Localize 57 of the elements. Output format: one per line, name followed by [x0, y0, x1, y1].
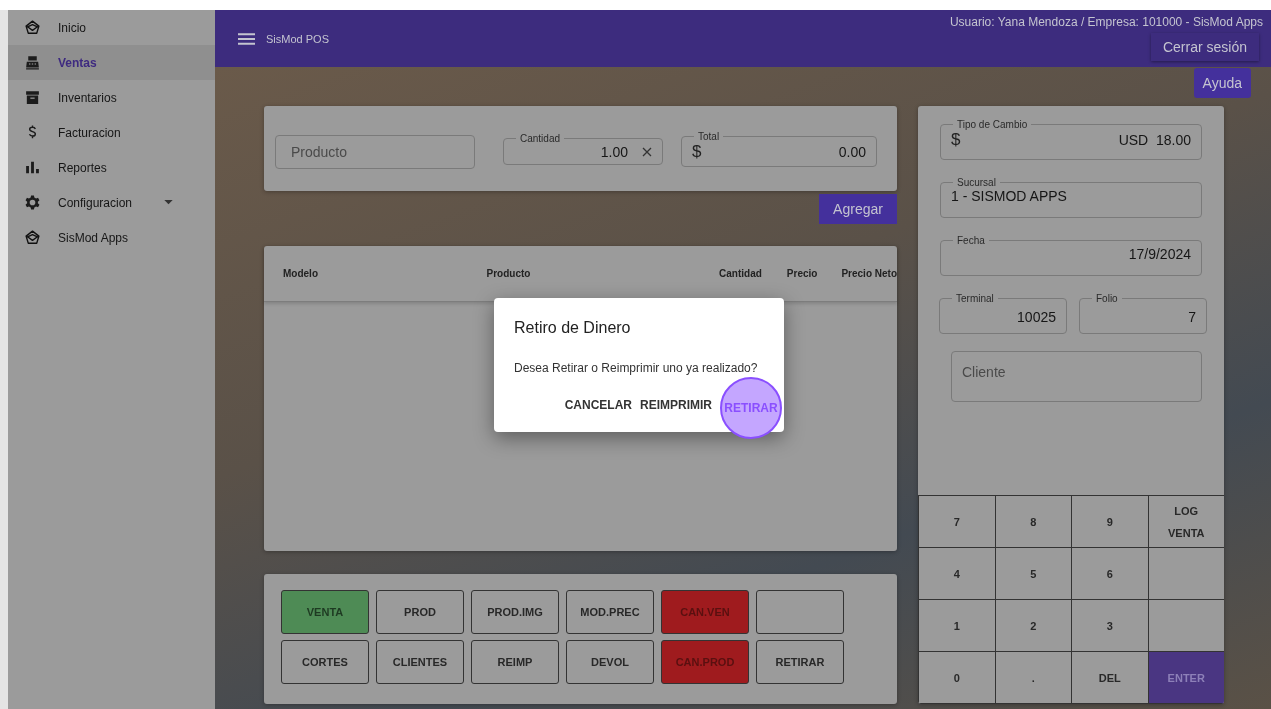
branch-field[interactable]: Sucursal 1 - SISMOD APPS — [940, 177, 1202, 218]
sidebar-item[interactable]: Inventarios — [8, 80, 215, 115]
dialog-button[interactable]: REIMPRIMIR — [640, 391, 712, 419]
column-header: Precio Neto — [841, 268, 897, 279]
column-header: Precio — [786, 268, 818, 279]
action-button[interactable]: CORTES — [281, 640, 369, 684]
settings-icon — [24, 194, 41, 211]
user-info: Usuario: Yana Mendoza / Empresa: 101000 - SisMod Apps — [949, 15, 1263, 29]
blank-button[interactable] — [756, 590, 844, 634]
exchange-rate-field[interactable]: Tipo de Cambio $ USD 18.00 — [940, 119, 1202, 160]
client-field[interactable]: Cliente — [951, 351, 1202, 402]
action-button[interactable]: PROD.IMG — [471, 590, 559, 634]
logo-icon — [24, 19, 41, 36]
help-button[interactable]: Ayuda — [1193, 68, 1251, 98]
column-header: Modelo — [283, 268, 319, 279]
dialog-button[interactable]: CANCELAR — [564, 391, 632, 419]
keypad-key[interactable]: 4 — [918, 548, 996, 600]
date-field[interactable]: Fecha 17/9/2024 — [940, 235, 1202, 276]
action-button[interactable]: VENTA — [281, 590, 369, 634]
column-header: Cantidad — [718, 268, 762, 279]
folio-field[interactable]: Folio 7 — [1079, 293, 1207, 334]
terminal-field[interactable]: Terminal 10025 — [939, 293, 1067, 334]
archive-box-icon — [24, 89, 41, 106]
sidebar-item[interactable]: Inicio — [8, 10, 215, 45]
keypad-key[interactable]: 7 — [918, 496, 996, 548]
action-button[interactable]: REIMP — [471, 640, 559, 684]
quantity-field[interactable]: Cantidad 1.00 — [503, 132, 663, 165]
product-field[interactable]: Producto — [275, 134, 475, 169]
keypad-key[interactable]: ENTER — [1147, 652, 1224, 704]
keypad-key[interactable]: LOG VENTA — [1147, 496, 1224, 548]
logo-icon — [24, 229, 41, 246]
sidebar-item[interactable]: Configuracion — [8, 185, 215, 220]
blank-key[interactable] — [1147, 548, 1224, 600]
menu-icon[interactable] — [238, 32, 255, 45]
logout-button[interactable]: Cerrar sesión — [1150, 33, 1259, 61]
action-button[interactable]: RETIRAR — [756, 640, 844, 684]
action-button[interactable]: CLIENTES — [376, 640, 464, 684]
sidebar-item[interactable]: Reportes — [8, 150, 215, 185]
action-button[interactable]: PROD — [376, 590, 464, 634]
clear-icon[interactable] — [642, 146, 652, 157]
bar-chart-icon — [24, 159, 41, 176]
app-title: SisMod POS — [266, 32, 329, 45]
dialog-message: Desea Retirar o Reimprimir uno ya realizado? — [514, 361, 759, 375]
action-button[interactable]: DEVOL — [566, 640, 654, 684]
blank-key[interactable] — [1147, 600, 1224, 652]
column-header: Producto — [486, 268, 532, 279]
caret-down-icon — [164, 200, 173, 205]
keypad-key[interactable]: 1 — [918, 600, 996, 652]
dialog-title: Retiro de Dinero — [514, 319, 632, 337]
sidebar-item[interactable]: Facturacion — [8, 115, 215, 150]
sidebar-item[interactable]: SisMod Apps — [8, 220, 215, 255]
add-button[interactable]: Agregar — [819, 194, 897, 224]
sidebar-item[interactable]: Ventas — [8, 45, 215, 80]
action-button[interactable]: MOD.PREC — [566, 590, 654, 634]
total-field[interactable]: Total $ 0.00 — [681, 130, 877, 167]
keypad-key[interactable]: 0 — [918, 652, 996, 704]
cash-register-icon — [24, 54, 41, 71]
